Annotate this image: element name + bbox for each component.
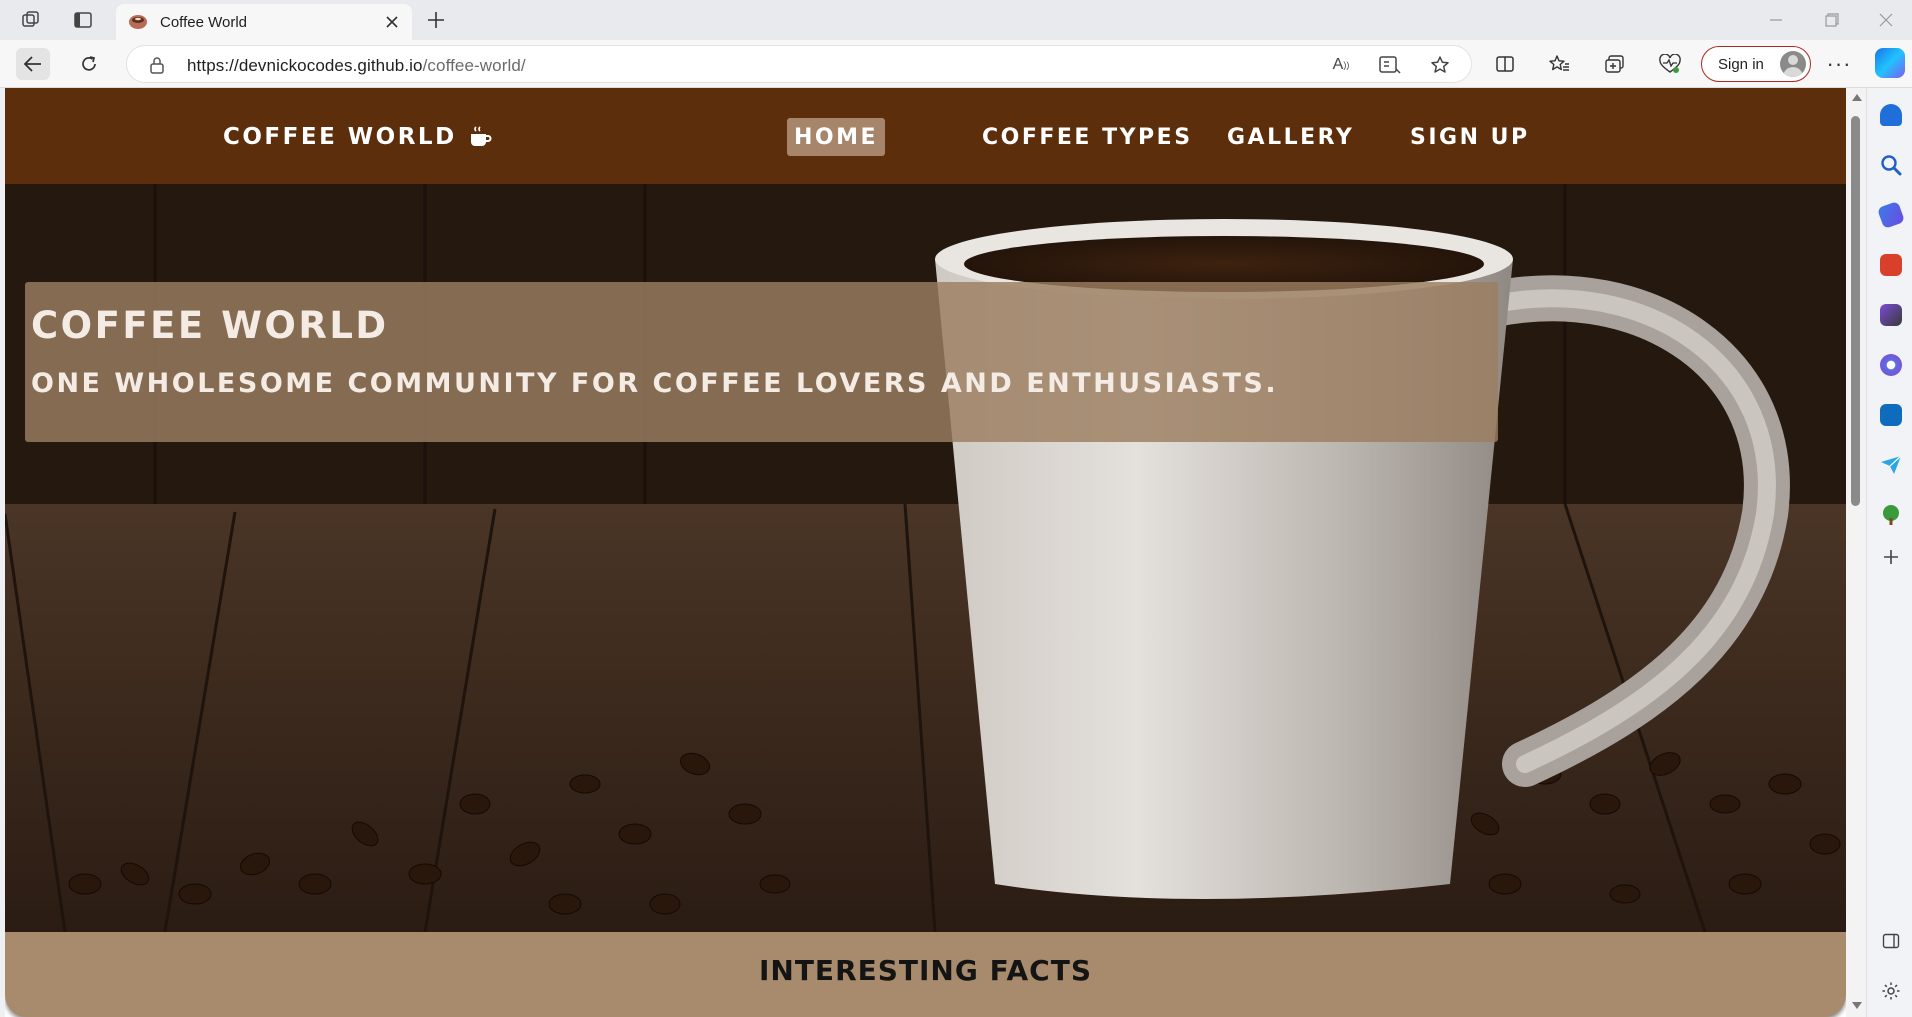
add-sidebar-app-icon[interactable]: [1880, 546, 1902, 568]
split-screen-icon[interactable]: [1492, 52, 1518, 76]
browser-tab[interactable]: Coffee World: [116, 4, 412, 40]
hero-banner: COFFEE WORLD ONE WHOLESOME COMMUNITY FOR…: [25, 282, 1498, 442]
back-icon[interactable]: [16, 48, 50, 80]
favorite-star-icon[interactable]: [1428, 54, 1452, 76]
immersive-reader-icon[interactable]: [1378, 54, 1402, 76]
workspaces-icon[interactable]: [18, 8, 44, 32]
outlook-icon[interactable]: [1880, 404, 1902, 426]
url-text: https://devnickocodes.github.io/coffee-w…: [187, 56, 526, 75]
sign-in-button[interactable]: Sign in: [1701, 46, 1811, 82]
scroll-down-arrow-icon[interactable]: [1852, 1002, 1862, 1009]
page-viewport: COFFEE WORLD HOME COFFEE TYPES GALLERY S…: [5, 88, 1846, 1017]
nav-coffee-types[interactable]: COFFEE TYPES: [975, 118, 1200, 156]
facts-heading: INTERESTING FACTS: [758, 954, 1092, 987]
favorites-icon[interactable]: [1546, 52, 1572, 76]
tree-icon[interactable]: [1880, 504, 1902, 526]
collections-icon[interactable]: [1602, 52, 1628, 76]
hide-sidebar-icon[interactable]: [1880, 930, 1902, 952]
site-navbar: COFFEE WORLD HOME COFFEE TYPES GALLERY S…: [5, 88, 1846, 184]
send-drop-icon[interactable]: [1880, 454, 1902, 476]
page-scrollbar[interactable]: [1846, 88, 1866, 1017]
refresh-icon[interactable]: [72, 48, 106, 80]
new-tab-icon[interactable]: [424, 8, 448, 32]
hero-section: COFFEE WORLD ONE WHOLESOME COMMUNITY FOR…: [5, 184, 1846, 932]
scroll-up-arrow-icon[interactable]: [1852, 94, 1862, 101]
lock-icon[interactable]: [149, 56, 165, 74]
shopping-tag-icon[interactable]: [1876, 200, 1906, 230]
games-icon[interactable]: [1880, 304, 1902, 326]
nav-sign-up[interactable]: SIGN UP: [1403, 118, 1537, 156]
nav-home[interactable]: HOME: [787, 118, 886, 156]
search-icon[interactable]: [1880, 154, 1902, 176]
coffee-favicon: [128, 13, 148, 31]
vertical-tabs-icon[interactable]: [70, 8, 96, 32]
site-logo[interactable]: COFFEE WORLD: [223, 124, 493, 150]
read-aloud-icon[interactable]: A)): [1329, 54, 1353, 76]
scroll-thumb[interactable]: [1851, 116, 1860, 506]
hero-title: COFFEE WORLD: [31, 304, 389, 347]
nav-gallery[interactable]: GALLERY: [1220, 118, 1361, 156]
close-window-icon[interactable]: [1872, 8, 1900, 32]
minimize-icon[interactable]: [1762, 8, 1790, 32]
close-tab-icon[interactable]: [382, 12, 402, 32]
sign-in-label: Sign in: [1718, 56, 1764, 73]
microsoft-365-icon[interactable]: [1880, 354, 1902, 376]
interesting-facts-section: INTERESTING FACTS: [5, 932, 1846, 1017]
profile-avatar-icon: [1780, 51, 1806, 77]
browser-essentials-icon[interactable]: [1657, 52, 1683, 76]
more-options-icon[interactable]: ···: [1825, 51, 1853, 76]
notifications-bell-icon[interactable]: [1880, 104, 1902, 126]
tab-bar: Coffee World: [0, 0, 1912, 40]
tab-title: Coffee World: [160, 14, 247, 31]
sidebar-settings-gear-icon[interactable]: [1880, 980, 1902, 1002]
edge-sidebar: [1866, 88, 1912, 1017]
copilot-icon[interactable]: [1875, 48, 1905, 78]
tools-briefcase-icon[interactable]: [1880, 254, 1902, 276]
restore-icon[interactable]: [1818, 8, 1846, 32]
brand-name: COFFEE WORLD: [223, 124, 457, 150]
mug-icon: [469, 125, 493, 149]
hero-subtitle: ONE WHOLESOME COMMUNITY FOR COFFEE LOVER…: [31, 368, 1279, 399]
url-field[interactable]: https://devnickocodes.github.io/coffee-w…: [126, 45, 1472, 83]
address-bar: https://devnickocodes.github.io/coffee-w…: [0, 40, 1912, 88]
